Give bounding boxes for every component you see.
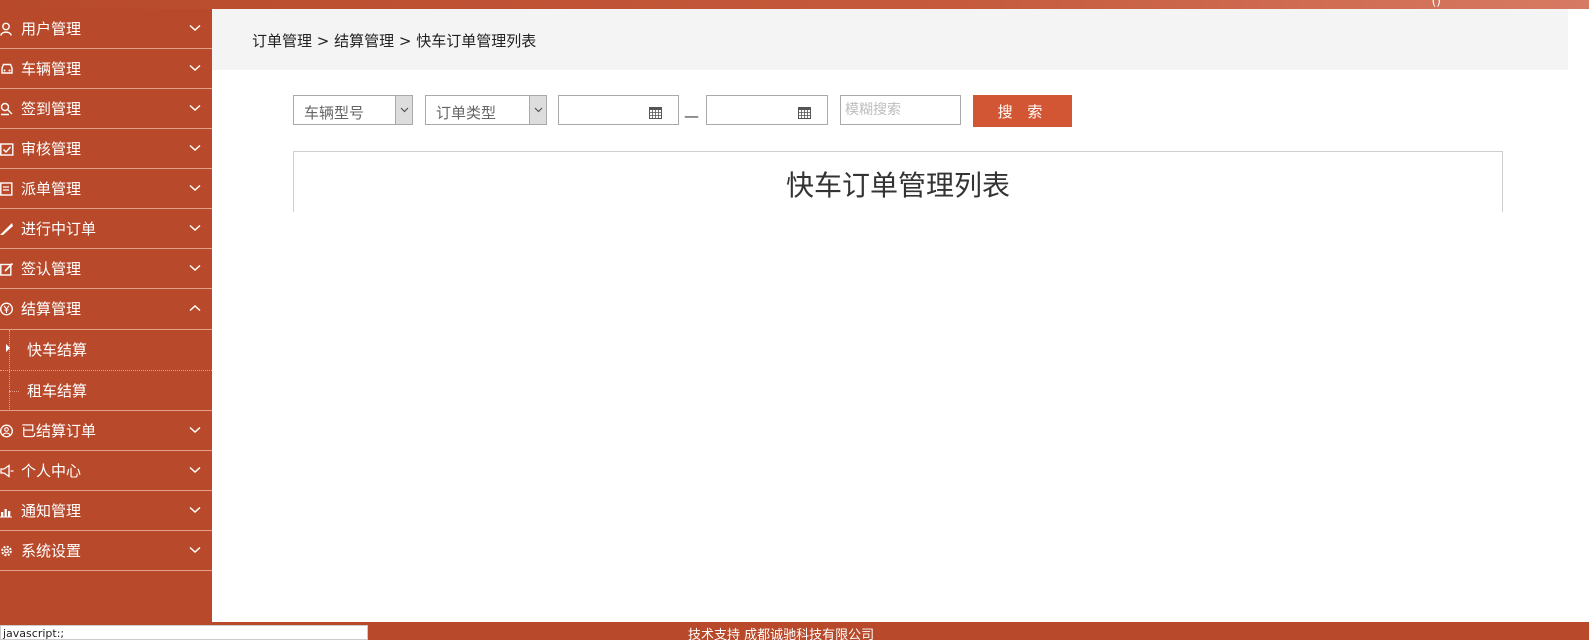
chevron-down-icon [395, 96, 412, 124]
chevron-up-icon [189, 289, 201, 329]
start-date-input[interactable] [558, 95, 679, 125]
sidebar-item-vehicle-management[interactable]: 车辆管理 [0, 49, 212, 89]
chevron-down-icon [529, 96, 546, 124]
tech-support-text: 技术支持 成都诚驰科技有限公司 [688, 628, 875, 640]
chevron-down-icon [189, 129, 201, 169]
order-list-panel: 快车订单管理列表 [293, 151, 1503, 212]
settlement-submenu: 快车结算 租车结算 [0, 329, 212, 411]
edit-icon [0, 249, 16, 289]
submenu-item-label: 快车结算 [27, 341, 88, 359]
sidebar-item-system-settings[interactable]: 系统设置 [0, 531, 212, 571]
sidebar-item-personal-center[interactable]: 个人中心 [0, 451, 212, 491]
sidebar-item-label: 通知管理 [21, 502, 82, 520]
order-type-select[interactable]: 订单类型 [425, 95, 547, 125]
chevron-down-icon [189, 249, 201, 289]
top-right-glyph: () [1431, 0, 1441, 8]
sidebar-item-review-management[interactable]: 审核管理 [0, 129, 212, 169]
submenu-item-express-settlement[interactable]: 快车结算 [0, 330, 212, 370]
sidebar-item-label: 审核管理 [21, 140, 82, 158]
sidebar-item-dispatch-management[interactable]: 派单管理 [0, 169, 212, 209]
sidebar-item-notification-management[interactable]: 通知管理 [0, 491, 212, 531]
vehicle-type-select-value: 车辆型号 [304, 104, 365, 122]
sidebar-item-settled-orders[interactable]: 已结算订单 [0, 411, 212, 451]
speaker-icon [0, 451, 16, 491]
footer: javascript:; 技术支持 成都诚驰科技有限公司 [0, 622, 1589, 640]
sidebar-item-label: 签到管理 [21, 100, 82, 118]
sidebar-item-checkin-management[interactable]: 签到管理 [0, 89, 212, 129]
sidebar-item-label: 车辆管理 [21, 60, 82, 78]
vehicle-type-select[interactable]: 车辆型号 [293, 95, 413, 125]
chevron-down-icon [189, 49, 201, 89]
bar-chart-icon [0, 491, 16, 531]
calendar-icon [649, 104, 662, 123]
sidebar-item-label: 结算管理 [21, 300, 82, 318]
tree-branch [9, 391, 19, 392]
top-bar: () [0, 0, 1589, 9]
right-gutter [1568, 9, 1589, 631]
list-icon [0, 169, 16, 209]
sidebar-item-label: 用户管理 [21, 20, 82, 38]
fuzzy-search-input[interactable] [840, 95, 961, 125]
calendar-check-icon [0, 129, 16, 169]
sidebar: 用户管理 车辆管理 签到管理 审核管理 派单管理 进行中订单 签认管理 结算管理 [0, 9, 212, 631]
chevron-down-icon [189, 169, 201, 209]
sidebar-item-label: 个人中心 [21, 462, 82, 480]
chevron-down-icon [189, 209, 201, 249]
breadcrumb: 订单管理 > 结算管理 > 快车订单管理列表 [252, 32, 537, 50]
end-date-input[interactable] [706, 95, 828, 125]
person-circle-icon [0, 411, 16, 451]
pen-icon [0, 209, 16, 249]
submenu-item-label: 租车结算 [27, 382, 88, 400]
chevron-down-icon [189, 411, 201, 451]
submenu-item-rental-settlement[interactable]: 租车结算 [0, 370, 212, 411]
yen-icon [0, 289, 16, 329]
checkin-icon [0, 89, 16, 129]
sidebar-item-settlement-management[interactable]: 结算管理 [0, 289, 212, 329]
search-button[interactable]: 搜 索 [973, 95, 1072, 127]
active-caret-icon [6, 344, 10, 352]
chevron-down-icon [189, 451, 201, 491]
sidebar-item-orders-in-progress[interactable]: 进行中订单 [0, 209, 212, 249]
sidebar-item-signoff-management[interactable]: 签认管理 [0, 249, 212, 289]
order-type-select-value: 订单类型 [436, 104, 497, 122]
chevron-down-icon [189, 531, 201, 571]
calendar-icon [798, 104, 811, 123]
sidebar-item-user-management[interactable]: 用户管理 [0, 9, 212, 49]
panel-title: 快车订单管理列表 [785, 169, 1010, 202]
chevron-down-icon [189, 9, 201, 49]
browser-status-bar: javascript:; [0, 625, 368, 640]
breadcrumb-bar: 订单管理 > 结算管理 > 快车订单管理列表 [212, 9, 1568, 70]
sidebar-item-label: 进行中订单 [21, 220, 97, 238]
sidebar-item-label: 派单管理 [21, 180, 82, 198]
chevron-down-icon [189, 89, 201, 129]
gear-icon [0, 531, 16, 571]
user-icon [0, 9, 16, 49]
chevron-down-icon [189, 491, 201, 531]
sidebar-item-label: 已结算订单 [21, 422, 97, 440]
main-content: 订单管理 > 结算管理 > 快车订单管理列表 车辆型号 订单类型 — 搜 索 快… [212, 9, 1568, 622]
sidebar-item-label: 签认管理 [21, 260, 82, 278]
date-range-separator: — [684, 107, 699, 125]
sidebar-item-label: 系统设置 [21, 542, 82, 560]
car-icon [0, 49, 16, 89]
